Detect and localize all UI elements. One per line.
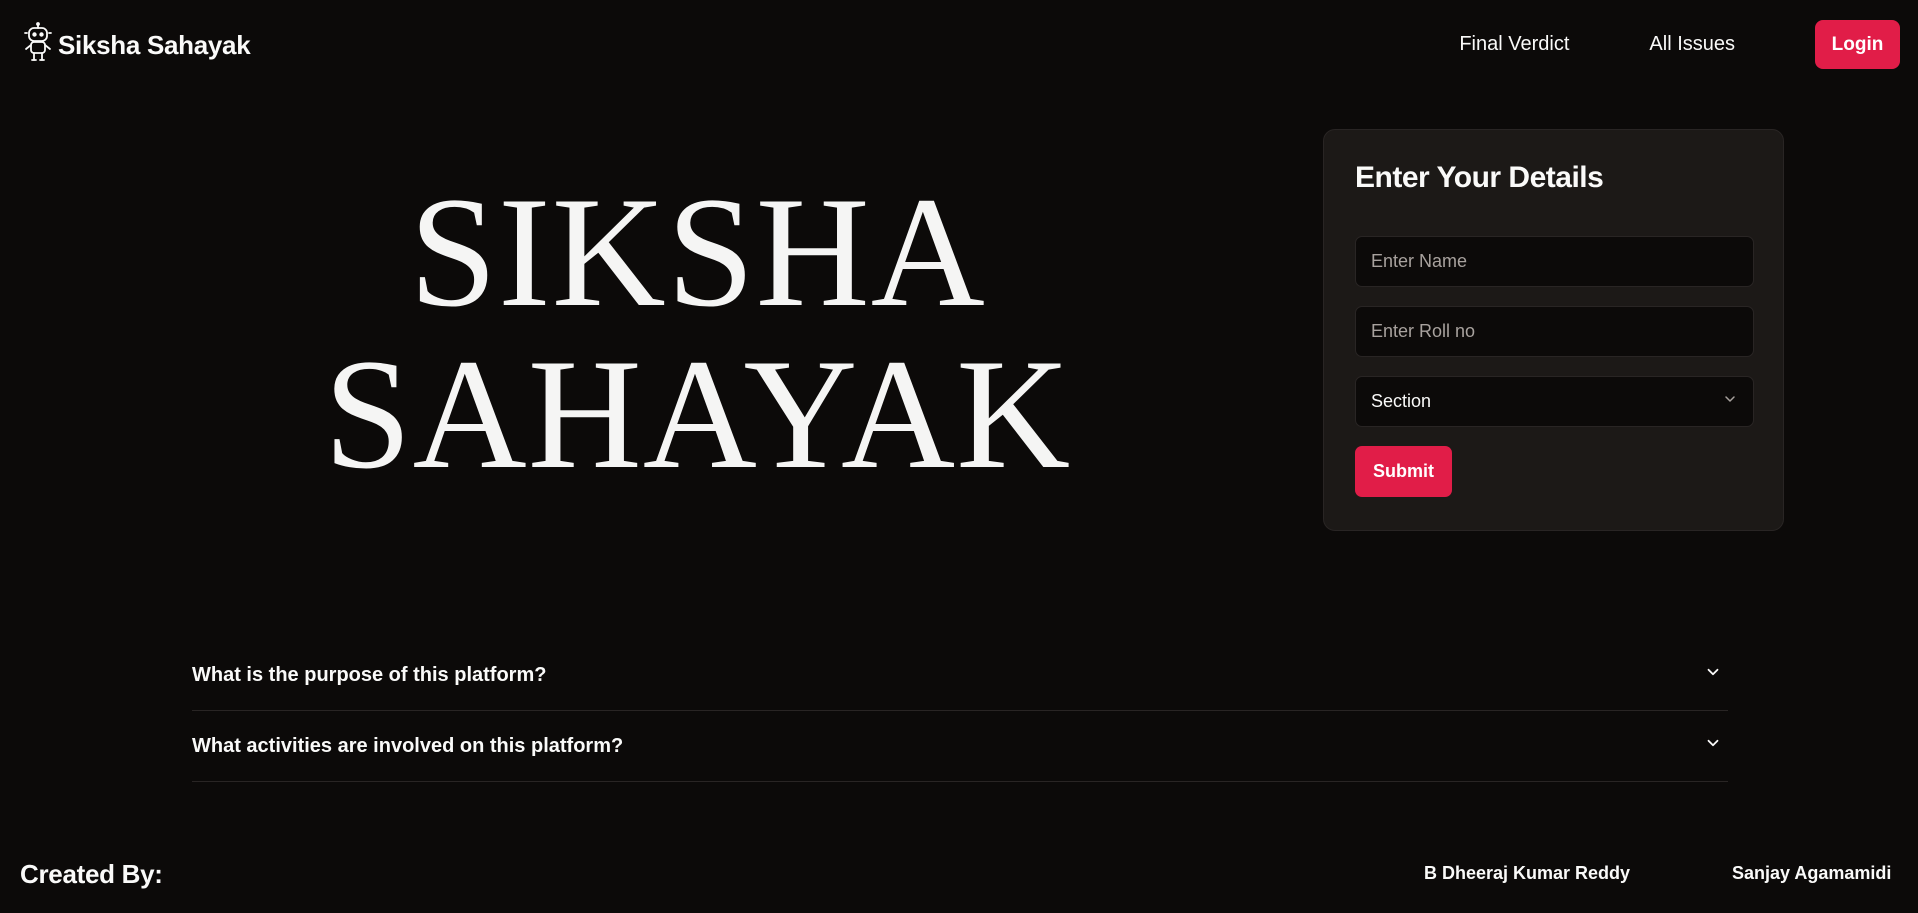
author-name: Sanjay Agamamidi	[1732, 863, 1892, 883]
name-input[interactable]: Enter Name	[1355, 236, 1754, 287]
faq-question: What is the purpose of this platform?	[192, 663, 547, 686]
top-nav: Final Verdict All Issues Login	[1459, 20, 1900, 69]
submit-button[interactable]: Submit	[1355, 446, 1452, 497]
section-select-value: Section	[1371, 391, 1432, 411]
chevron-down-icon	[1722, 391, 1738, 412]
robot-icon	[22, 22, 54, 69]
section-select[interactable]: Section	[1355, 376, 1754, 427]
chevron-down-icon	[1704, 663, 1728, 687]
details-card-title: Enter Your Details	[1355, 161, 1604, 194]
chevron-down-icon	[1704, 734, 1728, 758]
brand-name: Siksha Sahayak	[58, 30, 251, 60]
brand-logo[interactable]: Siksha Sahayak	[22, 22, 251, 69]
faq-item-purpose[interactable]: What is the purpose of this platform?	[192, 640, 1728, 711]
roll-no-input[interactable]: Enter Roll no	[1355, 306, 1754, 357]
details-card: Enter Your Details Enter Name Enter Roll…	[1323, 129, 1784, 531]
nav-all-issues[interactable]: All Issues	[1649, 33, 1735, 56]
hero-title: SIKSHA SAHAYAK	[190, 172, 1205, 496]
author-name: B Dheeraj Kumar Reddy	[1424, 863, 1631, 883]
faq-accordion: What is the purpose of this platform? Wh…	[192, 640, 1728, 782]
created-by-label: Created By:	[20, 859, 163, 889]
login-button[interactable]: Login	[1815, 20, 1900, 69]
faq-item-activities[interactable]: What activities are involved on this pla…	[192, 711, 1728, 782]
hero-title-line1: SIKSHA	[409, 165, 986, 340]
page: Siksha Sahayak Final Verdict All Issues …	[0, 0, 1918, 913]
name-input-placeholder: Enter Name	[1371, 251, 1468, 271]
roll-no-input-placeholder: Enter Roll no	[1371, 321, 1476, 341]
nav-final-verdict[interactable]: Final Verdict	[1459, 33, 1569, 56]
hero-title-line2: SAHAYAK	[323, 327, 1072, 502]
faq-question: What activities are involved on this pla…	[192, 734, 624, 757]
